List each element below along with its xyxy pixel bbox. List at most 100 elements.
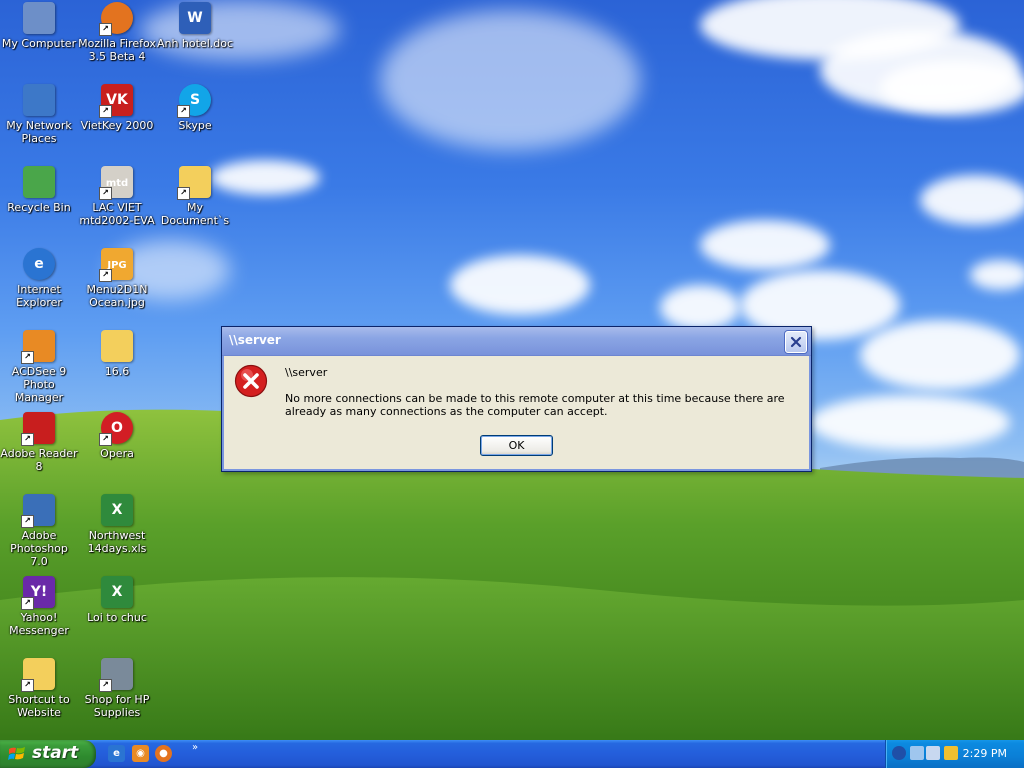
- yahoo-messenger-icon: Y! ↗: [21, 576, 55, 610]
- desktop-icon-label: Yahoo! Messenger: [9, 611, 69, 637]
- shortcut-arrow-icon: ↗: [99, 187, 112, 200]
- error-message: No more connections can be made to this …: [285, 392, 785, 418]
- internet-explorer-quicklaunch-icon[interactable]: e: [108, 745, 125, 762]
- desktop-icon-label: Adobe Photoshop 7.0: [10, 529, 68, 568]
- desktop-icon-label: Internet Explorer: [16, 283, 62, 309]
- desktop-icon-label: My Network Places: [6, 119, 72, 145]
- shortcut-arrow-icon: ↗: [99, 105, 112, 118]
- desktop-icon-yahoo-messenger[interactable]: Y! ↗ Yahoo! Messenger: [0, 576, 78, 637]
- desktop-icon-label: LAC VIET mtd2002-EVA: [79, 201, 155, 227]
- desktop-icon-mozilla-firefox-3-5-beta-4[interactable]: ↗ Mozilla Firefox 3.5 Beta 4: [78, 2, 156, 63]
- acdsee-icon: ↗: [21, 330, 55, 364]
- vietkey-icon: VK ↗: [99, 84, 133, 118]
- skype-icon: S ↗: [177, 84, 211, 118]
- network-connections-tray-icon[interactable]: [926, 746, 940, 760]
- ok-button[interactable]: OK: [480, 435, 553, 456]
- desktop-icon-label: Shop for HP Supplies: [84, 693, 150, 719]
- desktop-icon-label: My Computer: [1, 37, 77, 50]
- desktop-icon-lac-viet-mtd2002-eva[interactable]: mtd ↗ LAC VIET mtd2002-EVA: [78, 166, 156, 227]
- close-icon: [790, 336, 802, 348]
- shortcut-arrow-icon: ↗: [21, 351, 34, 364]
- word-document-icon: W: [179, 2, 211, 34]
- shortcut-arrow-icon: ↗: [99, 679, 112, 692]
- recycle-bin-icon: [23, 166, 55, 198]
- lac-viet-icon: mtd ↗: [99, 166, 133, 200]
- excel-document-icon: X: [101, 494, 133, 526]
- desktop-icon-adobe-reader-8[interactable]: ↗ Adobe Reader 8: [0, 412, 78, 473]
- folder-icon: ↗: [21, 658, 55, 692]
- adobe-reader-icon: ↗: [21, 412, 55, 446]
- desktop-icon-loi-to-chuc[interactable]: X Loi to chuc: [78, 576, 156, 624]
- dialog-title: \\server: [229, 333, 281, 347]
- icon-glyph-text: e: [34, 256, 44, 272]
- shortcut-arrow-icon: ↗: [99, 269, 112, 282]
- firefox-icon: ↗: [99, 2, 133, 36]
- desktop-icon-opera[interactable]: O ↗ Opera: [78, 412, 156, 460]
- system-tray: 2:29 PM: [885, 740, 1024, 768]
- desktop-icon-internet-explorer[interactable]: e Internet Explorer: [0, 248, 78, 309]
- desktop-icon-acdsee-9-photo-manager[interactable]: ↗ ACDSee 9 Photo Manager: [0, 330, 78, 404]
- jpg-image-icon: JPG ↗: [99, 248, 133, 282]
- shortcut-arrow-icon: ↗: [21, 679, 34, 692]
- desktop-icon-my-computer[interactable]: My Computer: [0, 2, 78, 50]
- pencil-tray-icon[interactable]: [944, 746, 958, 760]
- shortcut-arrow-icon: ↗: [177, 187, 190, 200]
- desktop-icon-16-6[interactable]: 16.6: [78, 330, 156, 378]
- error-dialog[interactable]: \\server \\server No more connections ca…: [221, 326, 812, 472]
- folder-icon: [101, 330, 133, 362]
- dialog-titlebar[interactable]: \\server: [222, 327, 811, 356]
- desktop-icon-label: Skype: [178, 119, 212, 132]
- icon-glyph-text: X: [111, 584, 123, 600]
- windows-flag-icon: [8, 747, 25, 760]
- desktop-icon-my-document-s[interactable]: ↗ My Document`s: [156, 166, 234, 227]
- folder-icon: ↗: [177, 166, 211, 200]
- quick-launch-more-button[interactable]: »: [192, 742, 198, 753]
- desktop-icon-my-network-places[interactable]: My Network Places: [0, 84, 78, 145]
- desktop-icon-label: Recycle Bin: [7, 201, 71, 214]
- tray-expand-icon[interactable]: [892, 746, 906, 760]
- desktop-icon-label: ACDSee 9 Photo Manager: [11, 365, 67, 404]
- desktop-icon-label: Loi to chuc: [87, 611, 147, 624]
- desktop-icon-anh-hotel-doc[interactable]: W Anh hotel.doc: [156, 2, 234, 50]
- error-icon: [234, 364, 268, 398]
- start-button[interactable]: start: [0, 740, 96, 768]
- shortcut-arrow-icon: ↗: [99, 23, 112, 36]
- clock[interactable]: 2:29 PM: [963, 747, 1007, 760]
- desktop-icon-skype[interactable]: S ↗ Skype: [156, 84, 234, 132]
- hp-supplies-icon: ↗: [99, 658, 133, 692]
- acdsee-quicklaunch-icon[interactable]: ◉: [132, 745, 149, 762]
- icon-glyph-text: X: [111, 502, 123, 518]
- excel-document-icon: X: [101, 576, 133, 608]
- desktop-icon-label: Adobe Reader 8: [0, 447, 78, 473]
- icon-glyph-text: W: [187, 10, 203, 26]
- internet-explorer-icon: e: [23, 248, 55, 280]
- desktop-icon-northwest-14days-xls[interactable]: X Northwest 14days.xls: [78, 494, 156, 555]
- shortcut-arrow-icon: ↗: [21, 515, 34, 528]
- desktop-icon-label: Shortcut to Website: [8, 693, 70, 719]
- desktop-icon-label: Northwest 14days.xls: [87, 529, 147, 555]
- icon-glyph-text: O: [111, 420, 123, 436]
- desktop-icon-menu2d1n-ocean-jpg[interactable]: JPG ↗ Menu2D1N Ocean.jpg: [78, 248, 156, 309]
- desktop-icon-label: Menu2D1N Ocean.jpg: [86, 283, 148, 309]
- shortcut-arrow-icon: ↗: [177, 105, 190, 118]
- desktop[interactable]: My Computer ↗ Mozilla Firefox 3.5 Beta 4WA…: [0, 0, 1024, 740]
- desktop-icon-label: VietKey 2000: [80, 119, 154, 132]
- shortcut-arrow-icon: ↗: [99, 433, 112, 446]
- desktop-icon-label: Opera: [100, 447, 134, 460]
- desktop-icon-vietkey-2000[interactable]: VK ↗ VietKey 2000: [78, 84, 156, 132]
- message-title: \\server: [285, 366, 328, 379]
- close-button[interactable]: [785, 331, 807, 353]
- desktop-icon-adobe-photoshop-7-0[interactable]: ↗ Adobe Photoshop 7.0: [0, 494, 78, 568]
- firefox-quicklaunch-icon[interactable]: ●: [155, 745, 172, 762]
- start-label: start: [32, 743, 79, 763]
- computer-icon: [23, 2, 55, 34]
- network-tray-icon[interactable]: [910, 746, 924, 760]
- desktop-icon-shop-for-hp-supplies[interactable]: ↗ Shop for HP Supplies: [78, 658, 156, 719]
- desktop-icon-label: My Document`s: [160, 201, 230, 227]
- desktop-icon-recycle-bin[interactable]: Recycle Bin: [0, 166, 78, 214]
- desktop-icon-shortcut-to-website[interactable]: ↗ Shortcut to Website: [0, 658, 78, 719]
- taskbar: start e ◉ ● » 2:29 PM: [0, 740, 1024, 768]
- icon-glyph-text: S: [189, 92, 201, 108]
- network-places-icon: [23, 84, 55, 116]
- shortcut-arrow-icon: ↗: [21, 597, 34, 610]
